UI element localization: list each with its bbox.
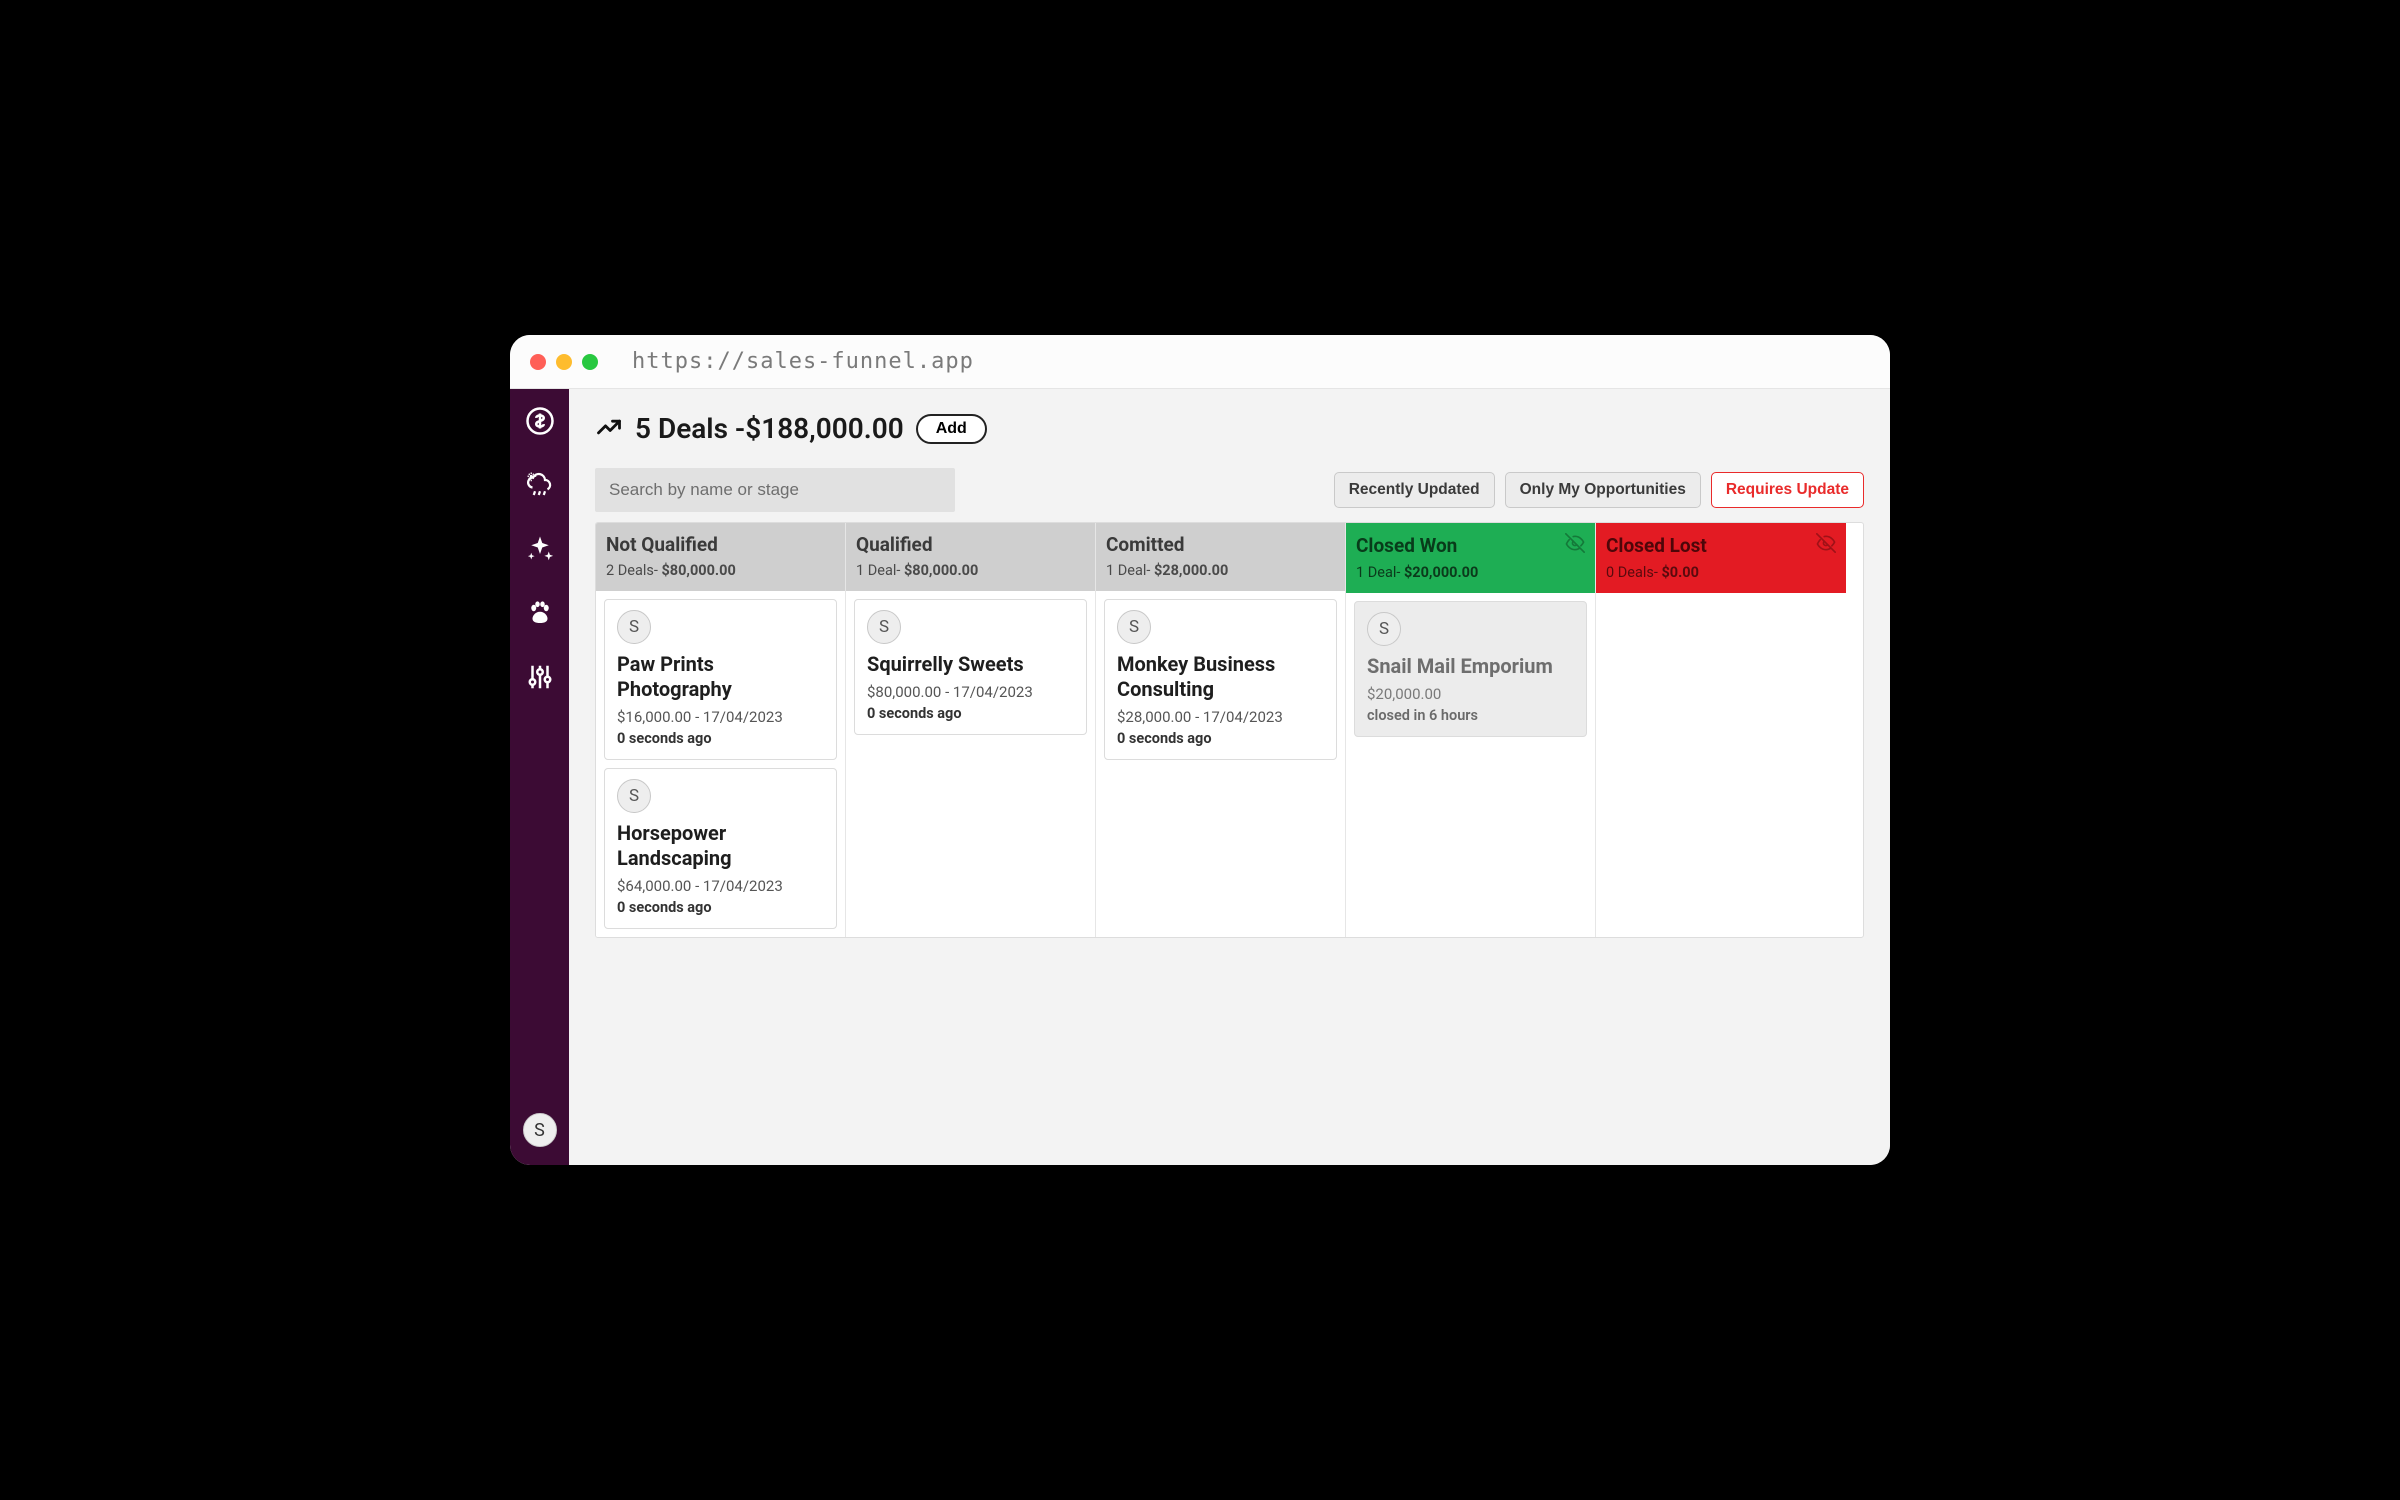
column-subtitle: 2 Deals- $80,000.00 (606, 562, 835, 579)
deal-card[interactable]: S Paw Prints Photography $16,000.00 - 17/0… (604, 599, 837, 760)
column-count-label: 1 Deal- (1106, 562, 1154, 579)
kanban-board: Not Qualified 2 Deals- $80,000.00 S Paw Pri… (595, 522, 1864, 938)
sidebar: S (510, 389, 569, 1165)
page-header: 5 Deals -$188,000.00 Add (595, 411, 1864, 446)
kanban-column: Closed Lost 0 Deals- $0.00 (1596, 523, 1846, 937)
column-count-label: 1 Deal- (856, 562, 904, 579)
column-header: Not Qualified 2 Deals- $80,000.00 (596, 523, 845, 591)
deal-avatar: S (867, 610, 901, 644)
column-count-label: 1 Deal- (1356, 564, 1404, 581)
window-zoom-button[interactable] (582, 354, 598, 370)
sparkle-icon (525, 534, 555, 568)
window-minimize-button[interactable] (556, 354, 572, 370)
column-amount: $80,000.00 (661, 562, 735, 579)
deal-meta: $28,000.00 - 17/04/2023 (1117, 708, 1324, 726)
titlebar: https://sales-funnel.app (510, 335, 1890, 389)
eye-off-icon[interactable] (1816, 533, 1836, 558)
column-amount: $28,000.00 (1154, 562, 1228, 579)
column-body[interactable]: S Snail Mail Emporium $20,000.00 closed in … (1346, 593, 1595, 937)
column-header: Closed Won 1 Deal- $20,000.00 (1346, 523, 1595, 593)
weather-icon (525, 470, 555, 504)
add-deal-button[interactable]: Add (916, 414, 987, 444)
deal-meta: $80,000.00 - 17/04/2023 (867, 683, 1074, 701)
deal-card[interactable]: S Horsepower Landscaping $64,000.00 - 17/0… (604, 768, 837, 929)
sidebar-item-settings[interactable] (522, 661, 558, 697)
deal-avatar: S (1117, 610, 1151, 644)
trending-up-icon (595, 413, 623, 448)
sidebar-user-avatar[interactable]: S (523, 1113, 557, 1147)
column-title: Not Qualified (606, 533, 718, 556)
kanban-column: Qualified 1 Deal- $80,000.00 S Squirrelly S… (846, 523, 1096, 937)
sidebar-item-deals[interactable] (522, 405, 558, 441)
paw-icon (525, 598, 555, 632)
address-bar-url: https://sales-funnel.app (632, 349, 974, 374)
deal-title: Squirrelly Sweets (867, 652, 1074, 677)
deal-meta: $20,000.00 (1367, 685, 1574, 703)
sidebar-item-pets[interactable] (522, 597, 558, 633)
eye-off-icon[interactable] (1565, 533, 1585, 558)
deal-age: 0 seconds ago (867, 705, 1074, 722)
column-header: Qualified 1 Deal- $80,000.00 (846, 523, 1095, 591)
deal-age: 0 seconds ago (617, 899, 824, 916)
column-header: Closed Lost 0 Deals- $0.00 (1596, 523, 1846, 593)
deal-age: closed in 6 hours (1367, 707, 1574, 724)
column-title: Closed Lost (1606, 534, 1707, 557)
column-body[interactable] (1596, 593, 1846, 937)
kanban-column: Comitted 1 Deal- $28,000.00 S Monkey Busine… (1096, 523, 1346, 937)
filter-requires-update[interactable]: Requires Update (1711, 472, 1864, 508)
main-content: 5 Deals -$188,000.00 Add Recently Update… (569, 389, 1890, 1165)
app-window: https://sales-funnel.app (510, 335, 1890, 1165)
column-amount: $0.00 (1661, 564, 1698, 581)
column-body[interactable]: S Monkey Business Consulting $28,000.00 - … (1096, 591, 1345, 937)
deal-card[interactable]: S Squirrelly Sweets $80,000.00 - 17/04/202… (854, 599, 1087, 735)
deal-age: 0 seconds ago (1117, 730, 1324, 747)
column-subtitle: 1 Deal- $80,000.00 (856, 562, 1085, 579)
column-header: Comitted 1 Deal- $28,000.00 (1096, 523, 1345, 591)
tuning-icon (525, 662, 555, 696)
deal-title: Paw Prints Photography (617, 652, 824, 702)
column-count-label: 0 Deals- (1606, 564, 1661, 581)
kanban-column: Not Qualified 2 Deals- $80,000.00 S Paw Pri… (596, 523, 846, 937)
deal-age: 0 seconds ago (617, 730, 824, 747)
column-count-label: 2 Deals- (606, 562, 661, 579)
deal-avatar: S (1367, 612, 1401, 646)
column-subtitle: 0 Deals- $0.00 (1606, 564, 1836, 581)
deal-avatar: S (617, 779, 651, 813)
column-title: Closed Won (1356, 534, 1457, 557)
app-body: S 5 Deals -$188,000.00 Add Recently Upda… (510, 389, 1890, 1165)
kanban-column: Closed Won 1 Deal- $20,000.00 S Snail Mail … (1346, 523, 1596, 937)
toolbar: Recently Updated Only My Opportunities R… (595, 468, 1864, 512)
column-body[interactable]: S Squirrelly Sweets $80,000.00 - 17/04/202… (846, 591, 1095, 937)
deal-title: Monkey Business Consulting (1117, 652, 1324, 702)
deal-card[interactable]: S Monkey Business Consulting $28,000.00 - … (1104, 599, 1337, 760)
sidebar-item-weather[interactable] (522, 469, 558, 505)
window-close-button[interactable] (530, 354, 546, 370)
deal-title: Horsepower Landscaping (617, 821, 824, 871)
column-title: Qualified (856, 533, 933, 556)
sidebar-item-insights[interactable] (522, 533, 558, 569)
filter-only-mine[interactable]: Only My Opportunities (1505, 472, 1701, 508)
search-input[interactable] (595, 468, 955, 512)
column-amount: $80,000.00 (904, 562, 978, 579)
dollar-icon (525, 406, 555, 440)
column-subtitle: 1 Deal- $28,000.00 (1106, 562, 1335, 579)
column-amount: $20,000.00 (1404, 564, 1478, 581)
filter-recently-updated[interactable]: Recently Updated (1334, 472, 1495, 508)
column-title: Comitted (1106, 533, 1184, 556)
page-title: 5 Deals -$188,000.00 (635, 412, 904, 445)
column-subtitle: 1 Deal- $20,000.00 (1356, 564, 1585, 581)
deal-meta: $16,000.00 - 17/04/2023 (617, 708, 824, 726)
deal-title: Snail Mail Emporium (1367, 654, 1574, 679)
deal-card[interactable]: S Snail Mail Emporium $20,000.00 closed in … (1354, 601, 1587, 737)
deal-avatar: S (617, 610, 651, 644)
deal-meta: $64,000.00 - 17/04/2023 (617, 877, 824, 895)
column-body[interactable]: S Paw Prints Photography $16,000.00 - 17/0… (596, 591, 845, 937)
